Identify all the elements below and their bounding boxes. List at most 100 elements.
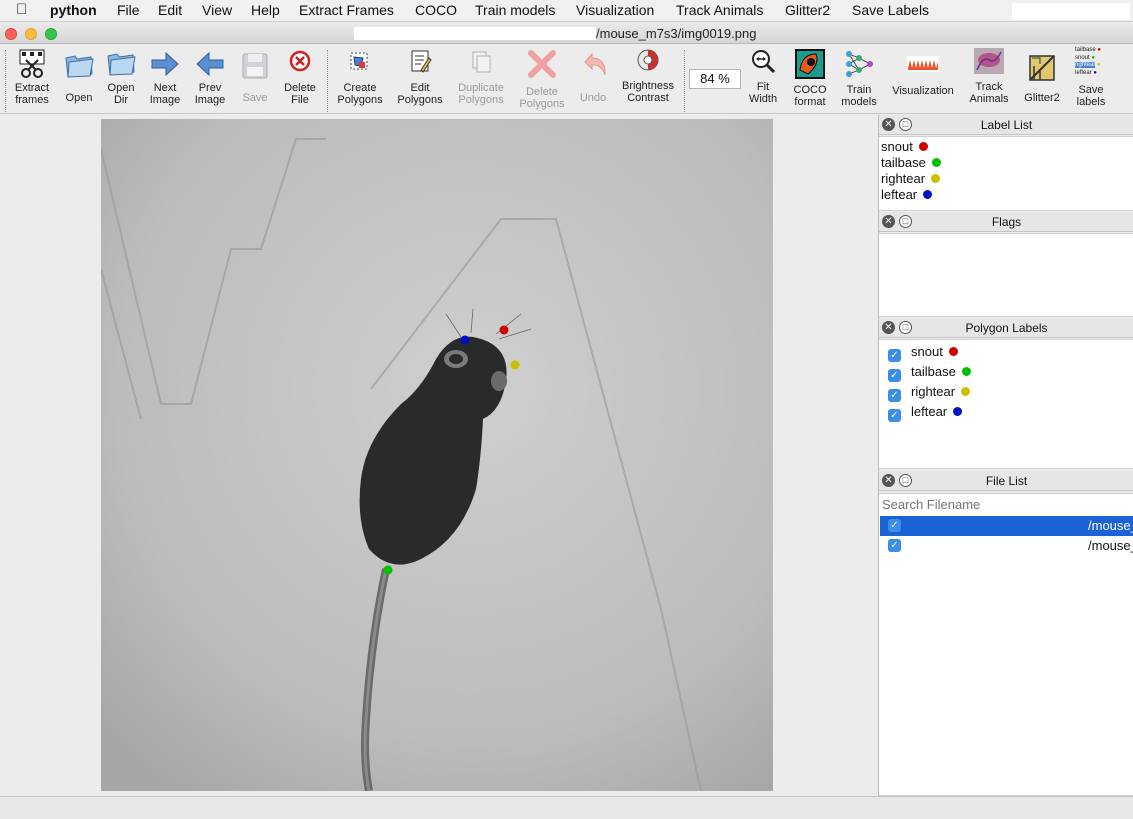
polygon-labels-list: ✓ snout ✓ tailbase ✓ rightear ✓ leftear [879,339,1133,469]
arrow-left-icon [194,48,226,80]
save-labels-button[interactable]: tailbase ● snout ● rightear ● leftear ● … [1070,44,1112,112]
prev-image-button[interactable]: Prev Image [189,44,231,112]
image-canvas[interactable] [101,119,773,791]
checkbox-checked-icon[interactable]: ✓ [888,389,901,402]
open-dir-button[interactable]: Open Dir [101,44,141,112]
polygon-label-item[interactable]: ✓ snout [888,344,958,362]
menu-edit[interactable]: Edit [158,2,182,18]
canvas-area[interactable] [0,115,878,796]
track-animals-label: Track Animals [969,81,1009,105]
folder-dir-icon [105,48,137,80]
keypoint-rightear[interactable] [510,360,520,370]
color-dot-icon [961,387,971,396]
menu-coco[interactable]: COCO [415,2,457,18]
label-name: rightear [881,171,926,186]
close-dock-icon[interactable]: ✕ [882,474,895,487]
menu-app-name[interactable]: python [50,2,97,18]
menu-view[interactable]: View [202,2,232,18]
delete-file-label: Delete File [284,82,316,106]
checkbox-checked-icon[interactable]: ✓ [888,369,901,382]
float-dock-icon[interactable]: □ [899,215,912,228]
brightness-contrast-button[interactable]: Brightness Contrast [618,44,678,112]
apple-icon[interactable]:  [16,1,27,18]
zoom-window-button[interactable] [45,28,57,40]
file-list-row[interactable]: ✓ /mouse_ [880,536,1133,556]
status-bar [0,796,1133,819]
next-image-button[interactable]: Next Image [144,44,186,112]
train-models-button[interactable]: Train models [838,44,880,112]
file-list-header: ✕ □ File List [879,471,1133,491]
menu-file[interactable]: File [117,2,140,18]
menu-visualization[interactable]: Visualization [576,2,654,18]
file-list-row[interactable]: ✓ /mouse_ [880,516,1133,536]
delete-polygons-button[interactable]: Delete Polygons [516,44,568,112]
glitter-icon [1026,52,1058,84]
close-window-button[interactable] [5,28,17,40]
toolbar: Extract frames Open Open Dir Next Image … [0,44,1133,114]
menu-glitter2[interactable]: Glitter2 [785,2,830,18]
label-list-item[interactable]: rightear [881,171,941,186]
minimize-window-button[interactable] [25,28,37,40]
float-dock-icon[interactable]: □ [899,474,912,487]
menu-train-models[interactable]: Train models [475,2,555,18]
edit-polygons-button[interactable]: Edit Polygons [395,44,445,112]
prev-image-label: Prev Image [194,82,226,106]
coco-format-label: COCO format [793,84,827,108]
flags-list[interactable] [879,233,1133,317]
polygon-label-item[interactable]: ✓ rightear [888,384,971,402]
open-button[interactable]: Open [58,44,100,112]
menu-track-animals[interactable]: Track Animals [676,2,763,18]
checkbox-checked-icon[interactable]: ✓ [888,539,901,552]
checkbox-checked-icon[interactable]: ✓ [888,519,901,532]
label-list-item[interactable]: snout [881,139,928,154]
visualization-button[interactable]: Visualization [890,44,956,112]
track-animals-button[interactable]: Track Animals [966,44,1012,112]
menu-save-labels[interactable]: Save Labels [852,2,929,18]
menu-extract-frames[interactable]: Extract Frames [299,2,394,18]
close-dock-icon[interactable]: ✕ [882,118,895,131]
save-labels-icon-text: rightear [1075,62,1096,68]
float-dock-icon[interactable]: □ [899,118,912,131]
checkbox-checked-icon[interactable]: ✓ [888,349,901,362]
save-labels-icon-text: snout [1075,54,1090,61]
floppy-icon [239,48,271,80]
fit-width-label: Fit Width [748,81,778,105]
film-scissors-icon [16,48,48,80]
toolbar-grip [5,50,6,112]
undo-button[interactable]: Undo [573,44,613,112]
keypoint-leftear[interactable] [460,335,470,345]
keypoint-tailbase[interactable] [383,565,393,575]
close-dock-icon[interactable]: ✕ [882,321,895,334]
delete-file-button[interactable]: Delete File [278,44,322,112]
mouse-image [101,119,773,791]
checkbox-checked-icon[interactable]: ✓ [888,409,901,422]
polygon-label-item[interactable]: ✓ tailbase [888,364,971,382]
label-name: leftear [881,187,918,202]
title-redacted-path [354,27,596,40]
file-list: ✓ /mouse_ ✓ /mouse_ [879,493,1133,796]
keypoint-snout[interactable] [499,325,509,335]
label-list-item[interactable]: tailbase [881,155,941,170]
save-labels-label: Save labels [1076,84,1106,108]
flags-title: Flags [991,215,1022,229]
visualization-icon [907,48,939,80]
side-panel: ✕ □ Label List snout tailbase rightear l… [878,115,1133,796]
polygon-labels-title: Polygon Labels [965,321,1048,335]
search-filename-input[interactable] [880,494,1133,514]
menu-help[interactable]: Help [251,2,280,18]
create-polygons-button[interactable]: Create Polygons [335,44,385,112]
file-name: /mouse_ [1088,538,1133,553]
float-dock-icon[interactable]: □ [899,321,912,334]
redacted-path [916,518,1088,534]
coco-format-button[interactable]: COCO format [789,44,831,112]
duplicate-polygons-button[interactable]: Duplicate Polygons [453,44,509,112]
glitter2-button[interactable]: Glitter2 [1020,44,1064,112]
fit-width-button[interactable]: Fit Width [743,44,783,112]
close-dock-icon[interactable]: ✕ [882,215,895,228]
menu-bar:  python File Edit View Help Extract Fra… [0,0,1133,22]
extract-frames-button[interactable]: Extract frames [10,44,54,112]
zoom-input[interactable]: 84 % [689,69,741,89]
polygon-label-item[interactable]: ✓ leftear [888,404,963,422]
save-button[interactable]: Save [236,44,274,112]
label-list-item[interactable]: leftear [881,187,933,202]
